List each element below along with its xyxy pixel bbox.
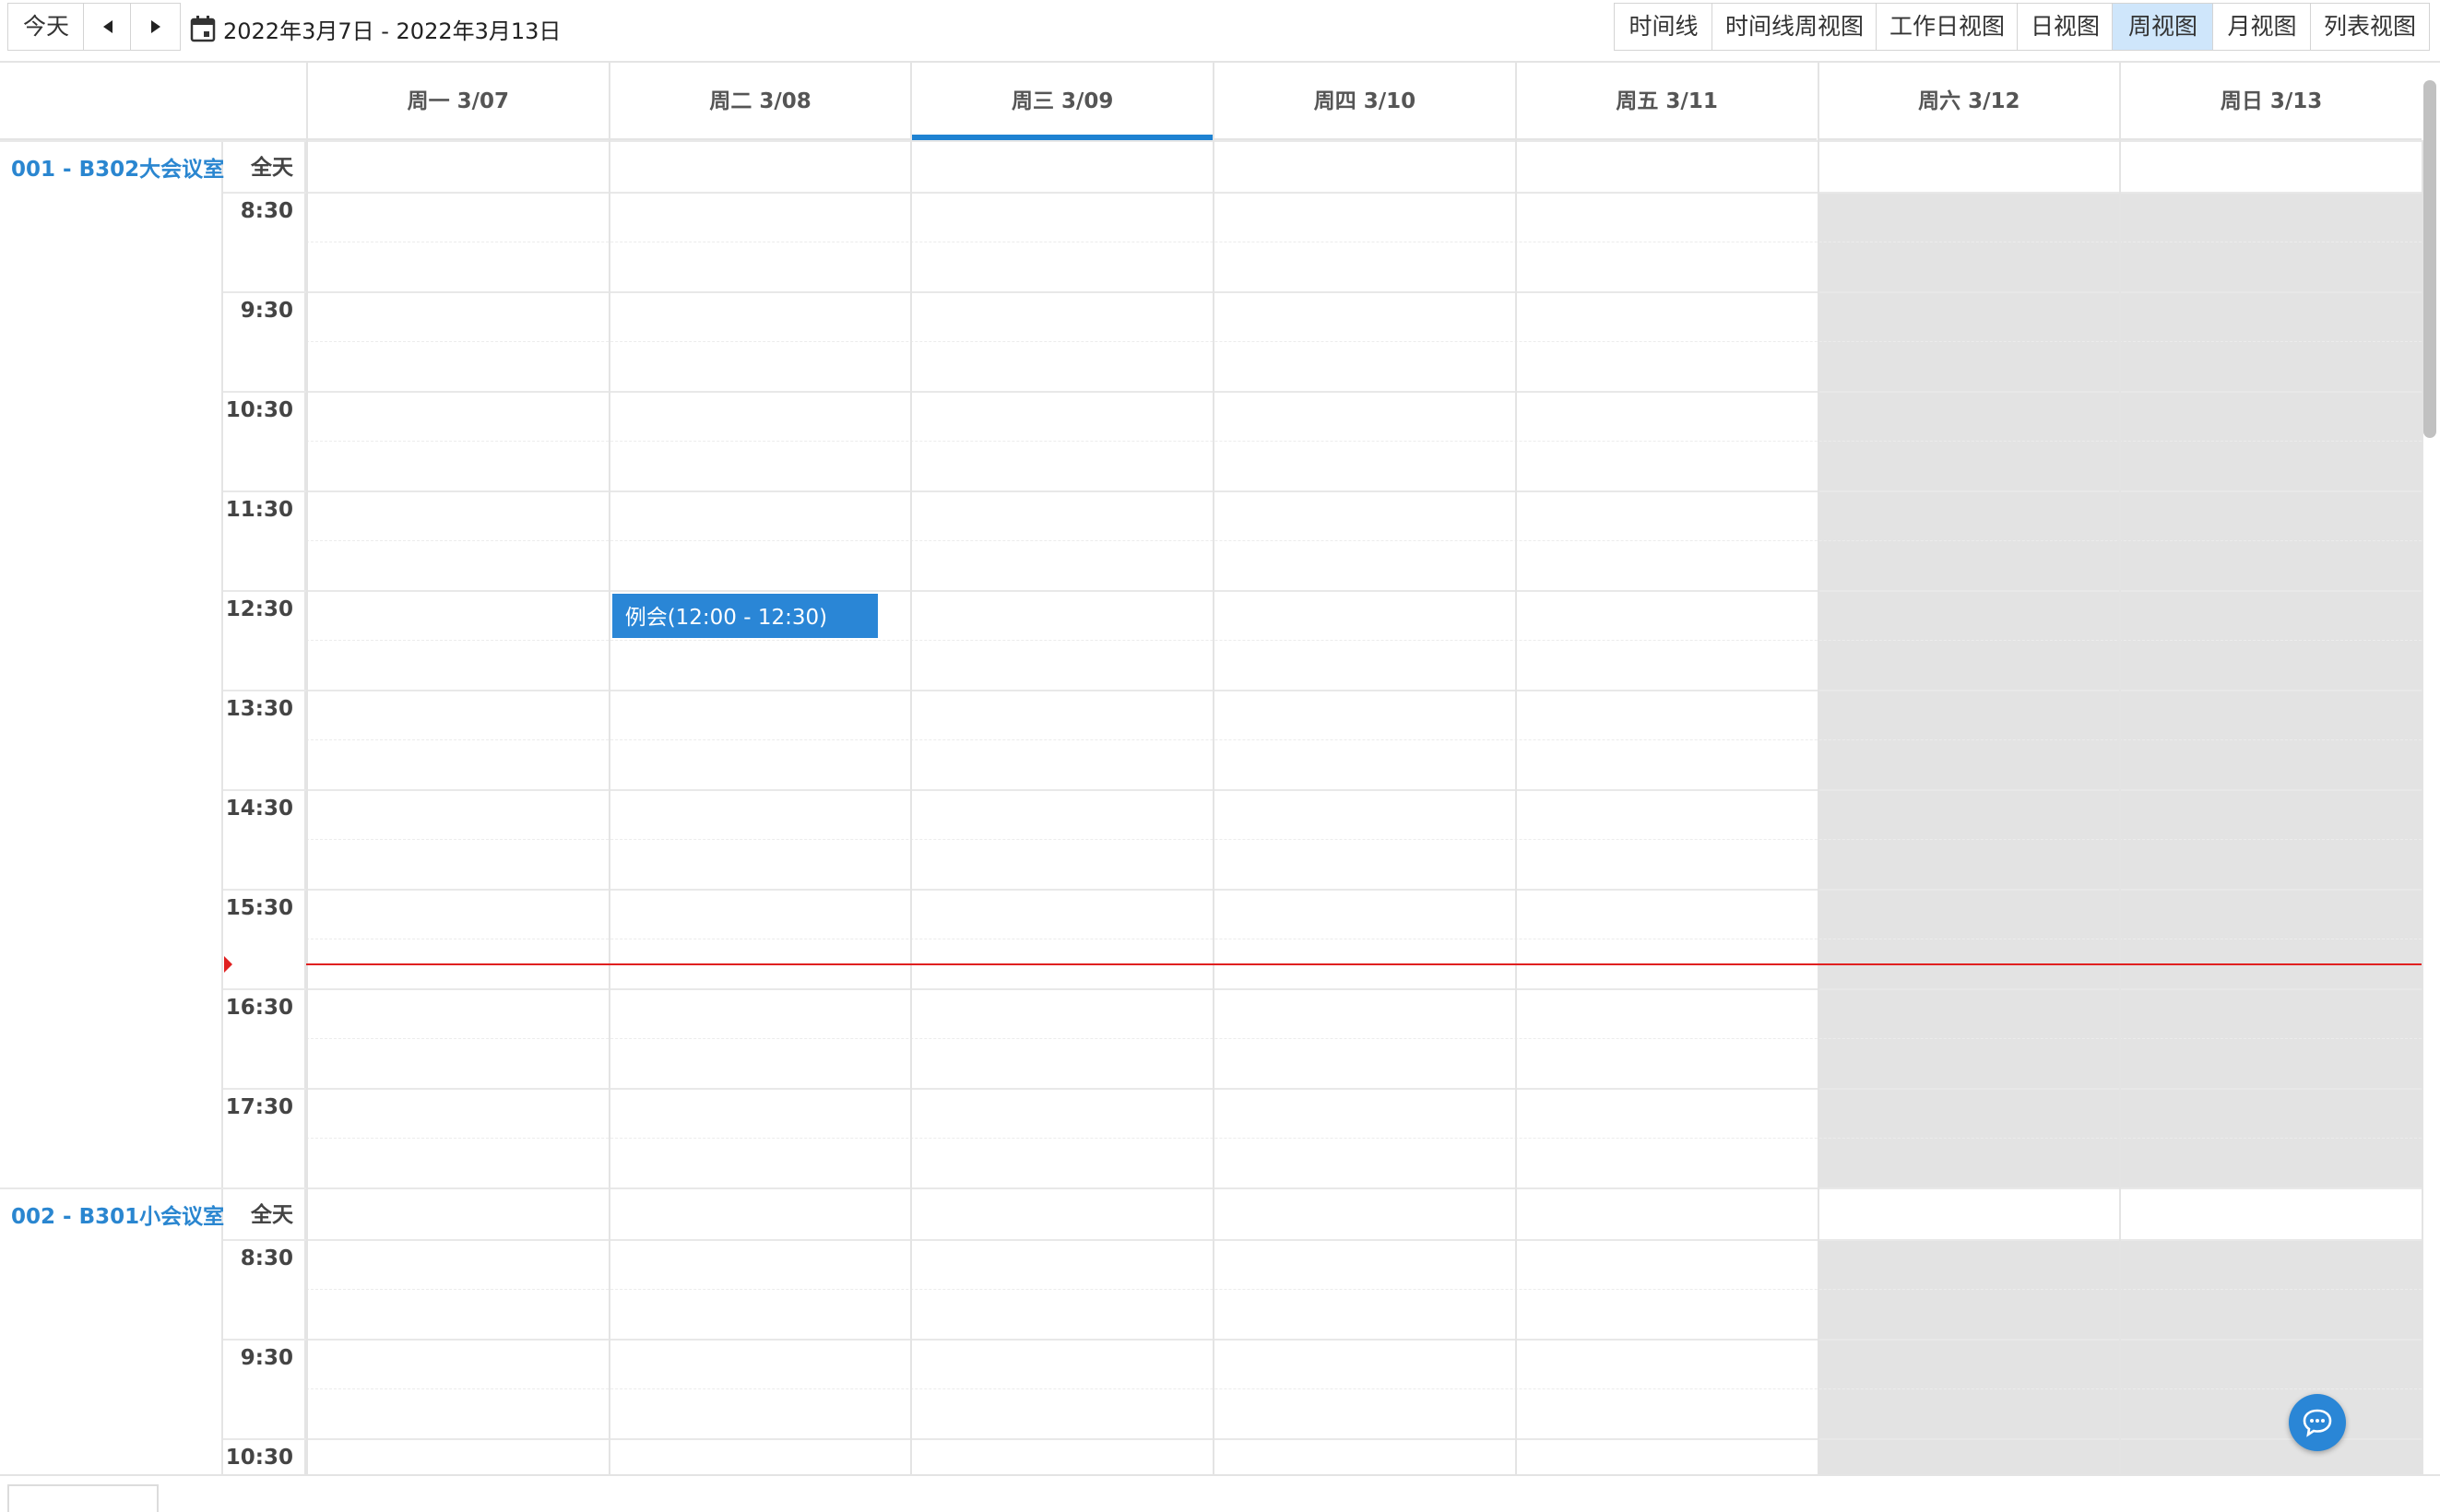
day-column-line xyxy=(306,140,308,1474)
day-header-6[interactable]: 周日 3/13 xyxy=(2119,63,2422,140)
view-button-2[interactable]: 工作日视图 xyxy=(1876,3,2019,51)
view-button-0[interactable]: 时间线 xyxy=(1614,3,1713,51)
half-hour-line xyxy=(306,1138,2422,1139)
hour-line xyxy=(223,690,2422,691)
half-hour-line xyxy=(306,839,2422,840)
calendar-toolbar: 今天 2022年3月7日 - 2022年3月13日 时间线 时间线周视图 工作日视图… xyxy=(0,0,2440,57)
day-header-3[interactable]: 周四 3/10 xyxy=(1213,63,1515,140)
all-day-divider xyxy=(223,1239,2422,1241)
chat-support-button[interactable] xyxy=(2289,1394,2346,1451)
time-column xyxy=(223,140,306,1187)
day-column-line xyxy=(1213,140,1215,1474)
weekend-shade xyxy=(2119,1239,2422,1474)
time-label: 10:30 xyxy=(225,1446,293,1470)
week-calendar-grid: 周一 3/07 周二 3/08 周三 3/09 周四 3/10 周五 3/11 周六 3/… xyxy=(0,61,2440,1476)
half-hour-line xyxy=(306,739,2422,740)
vertical-scrollbar[interactable] xyxy=(2423,80,2436,438)
calendar-event[interactable]: 例会(12:00 - 12:30) xyxy=(611,594,879,638)
hour-line xyxy=(223,291,2422,293)
day-header-1[interactable]: 周二 3/08 xyxy=(608,63,911,140)
time-label: 16:30 xyxy=(225,996,293,1020)
day-header-0[interactable]: 周一 3/07 xyxy=(306,63,609,140)
time-label: 15:30 xyxy=(225,896,293,920)
weekend-shade xyxy=(1817,1239,2120,1474)
time-label: 13:30 xyxy=(225,697,293,721)
half-hour-line xyxy=(306,640,2422,641)
hour-line xyxy=(223,889,2422,891)
chat-bubble-icon xyxy=(2303,1409,2332,1437)
resource-label-0: 001 - B302大会议室 xyxy=(0,140,225,1187)
day-header-2[interactable]: 周三 3/09 xyxy=(910,63,1214,140)
date-range-picker[interactable]: 2022年3月7日 - 2022年3月13日 xyxy=(190,11,561,46)
day-column-line xyxy=(910,140,913,1474)
day-column-line xyxy=(1817,140,1819,1474)
today-button[interactable]: 今天 xyxy=(7,3,85,51)
resource-name: 001 - B302大会议室 xyxy=(11,158,225,182)
day-header-5[interactable]: 周六 3/12 xyxy=(1817,63,2120,140)
day-header-4[interactable]: 周五 3/11 xyxy=(1514,63,1818,140)
time-label: 14:30 xyxy=(225,797,293,821)
prev-week-button[interactable] xyxy=(83,3,132,51)
all-day-label: 全天 xyxy=(251,1203,293,1227)
hour-line xyxy=(223,1339,2422,1341)
current-time-arrow-icon xyxy=(224,956,232,973)
resource-name: 002 - B301小会议室 xyxy=(11,1205,225,1229)
current-time-line xyxy=(306,963,2422,965)
time-label: 8:30 xyxy=(240,1246,293,1270)
all-day-divider xyxy=(223,192,2422,194)
time-label: 8:30 xyxy=(240,199,293,223)
next-week-button[interactable] xyxy=(130,3,181,51)
hour-line xyxy=(223,988,2422,990)
resource-label-1: 002 - B301小会议室 xyxy=(0,1187,225,1474)
hour-line xyxy=(223,1438,2422,1440)
all-day-label: 全天 xyxy=(251,156,293,180)
day-column-line xyxy=(2119,140,2122,1474)
resource-divider xyxy=(0,140,2422,142)
calendar-icon xyxy=(190,16,216,42)
half-hour-line xyxy=(306,540,2422,541)
time-column xyxy=(223,1187,306,1474)
half-hour-line xyxy=(306,341,2422,342)
time-label: 9:30 xyxy=(240,1346,293,1370)
half-hour-line xyxy=(306,441,2422,442)
view-button-4[interactable]: 周视图 xyxy=(2112,3,2214,51)
half-hour-line xyxy=(306,1388,2422,1389)
view-button-6[interactable]: 列表视图 xyxy=(2310,3,2430,51)
hour-line xyxy=(223,490,2422,492)
view-button-3[interactable]: 日视图 xyxy=(2017,3,2114,51)
bottom-tab[interactable] xyxy=(7,1484,159,1512)
time-label: 17:30 xyxy=(225,1095,293,1119)
date-range-text: 2022年3月7日 - 2022年3月13日 xyxy=(223,18,562,44)
time-label: 12:30 xyxy=(225,597,293,621)
hour-line xyxy=(223,789,2422,791)
header-corner xyxy=(0,63,306,140)
view-button-5[interactable]: 月视图 xyxy=(2212,3,2312,51)
view-button-1[interactable]: 时间线周视图 xyxy=(1712,3,1877,51)
triangle-left-icon xyxy=(102,20,113,33)
triangle-right-icon xyxy=(150,20,160,33)
time-label: 11:30 xyxy=(225,498,293,522)
hour-line xyxy=(223,590,2422,592)
day-column-line xyxy=(1514,140,1517,1474)
half-hour-line xyxy=(306,1289,2422,1290)
hour-line xyxy=(223,1088,2422,1090)
resource-divider xyxy=(0,1187,2422,1189)
time-label: 10:30 xyxy=(225,398,293,422)
hour-line xyxy=(223,391,2422,393)
half-hour-line xyxy=(306,1038,2422,1039)
time-label: 9:30 xyxy=(240,299,293,323)
day-column-line xyxy=(608,140,610,1474)
